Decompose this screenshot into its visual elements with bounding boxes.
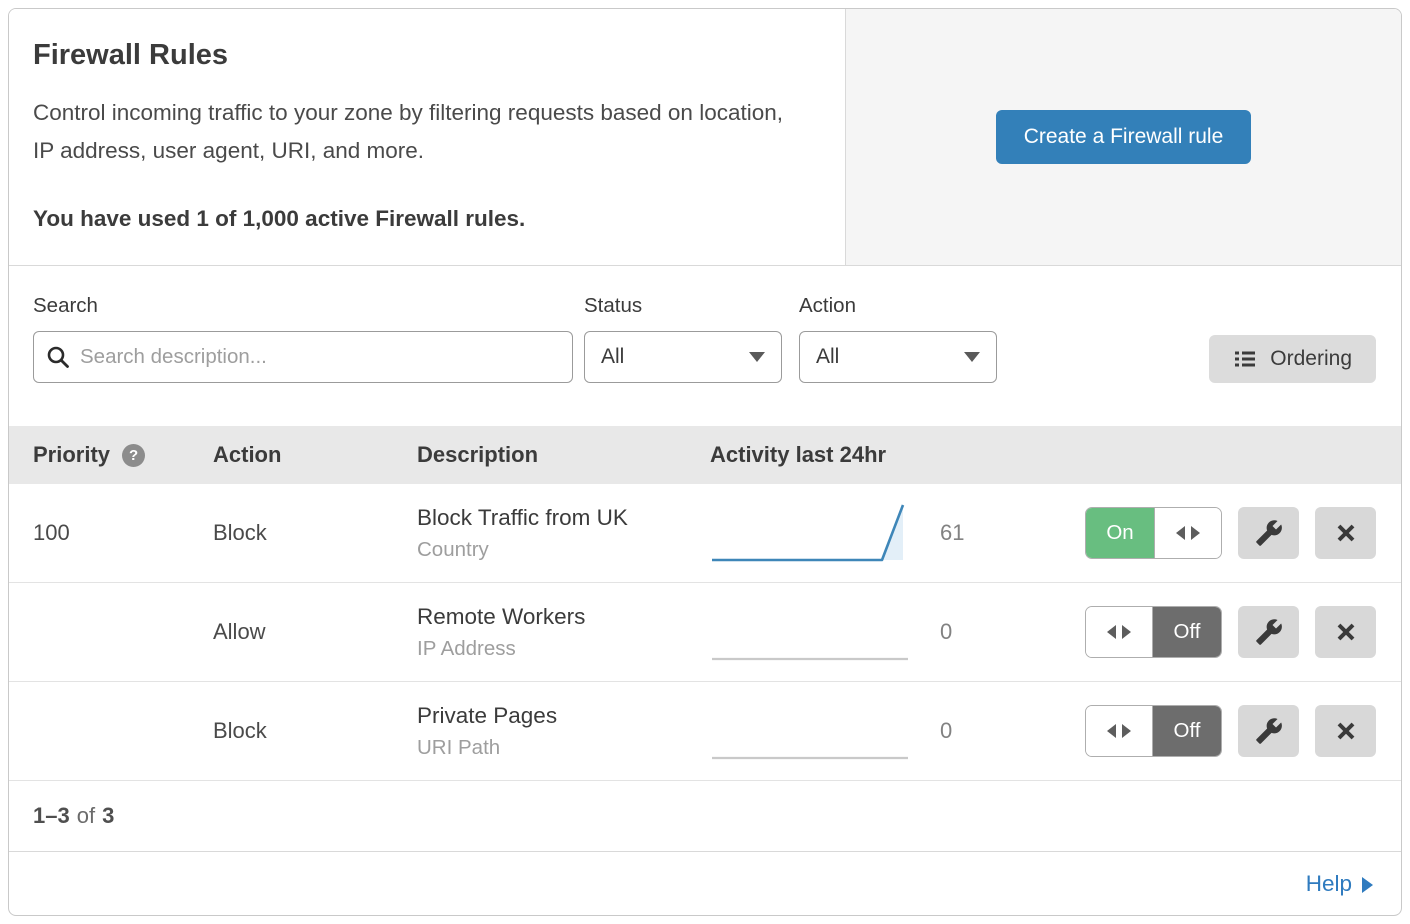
activity-count: 0 [940, 619, 1085, 645]
rule-description-cell: Block Traffic from UK Country [417, 505, 710, 562]
toggle-knob [1086, 607, 1153, 657]
toggle-arrows-icon [1191, 526, 1200, 540]
rule-action: Block [213, 718, 417, 744]
toggle-arrows-icon [1107, 625, 1116, 639]
delete-rule-button[interactable] [1315, 507, 1376, 559]
activity-sparkline [710, 596, 910, 668]
help-bar: Help [9, 852, 1401, 915]
create-firewall-rule-button[interactable]: Create a Firewall rule [996, 110, 1252, 164]
status-select[interactable]: All [584, 331, 782, 383]
column-priority-label: Priority [33, 442, 110, 468]
list-ordering-icon [1233, 347, 1257, 371]
table-header: Priority ? Action Description Activity l… [9, 426, 1401, 484]
search-field-wrap [33, 331, 573, 383]
table-row: 100 Block Block Traffic from UK Country … [9, 484, 1401, 583]
edit-rule-button[interactable] [1238, 606, 1299, 658]
page-description: Control incoming traffic to your zone by… [33, 94, 803, 170]
header-text-panel: Firewall Rules Control incoming traffic … [9, 9, 846, 265]
wrench-icon [1255, 717, 1283, 745]
rule-controls: Off [1085, 606, 1376, 658]
rule-enabled-toggle[interactable]: Off [1085, 705, 1222, 757]
activity-sparkline [710, 497, 910, 569]
rule-enabled-toggle[interactable]: On [1085, 507, 1222, 559]
usage-note: You have used 1 of 1,000 active Firewall… [33, 206, 805, 232]
action-select[interactable]: All [799, 331, 997, 383]
search-input[interactable] [33, 331, 573, 383]
filter-bar: Search Status All Action All [9, 266, 1401, 426]
rule-description: Private Pages [417, 703, 710, 729]
column-priority: Priority ? [33, 442, 213, 468]
rule-description: Remote Workers [417, 604, 710, 630]
toggle-arrows-icon [1107, 724, 1116, 738]
toggle-knob [1154, 508, 1221, 558]
rule-match-type: IP Address [417, 637, 710, 661]
help-link-label: Help [1306, 871, 1352, 897]
firewall-rules-card: Firewall Rules Control incoming traffic … [8, 8, 1402, 916]
wrench-icon [1255, 618, 1283, 646]
ordering-button-label: Ordering [1270, 347, 1352, 371]
table-row: Allow Remote Workers IP Address 0 Off [9, 583, 1401, 682]
edit-rule-button[interactable] [1238, 705, 1299, 757]
rule-enabled-toggle[interactable]: Off [1085, 606, 1222, 658]
priority-help-icon[interactable]: ? [122, 444, 145, 467]
close-icon [1334, 719, 1358, 743]
close-icon [1334, 521, 1358, 545]
ordering-button[interactable]: Ordering [1209, 335, 1376, 383]
activity-sparkline [710, 695, 910, 767]
rule-action: Block [213, 520, 417, 546]
pagination-total: 3 [102, 803, 114, 829]
column-activity: Activity last 24hr [710, 442, 1085, 468]
help-link[interactable]: Help [1306, 871, 1373, 897]
toggle-arrows-icon [1122, 724, 1131, 738]
action-label: Action [799, 294, 997, 318]
header-action-panel: Create a Firewall rule [846, 9, 1401, 265]
wrench-icon [1255, 519, 1283, 547]
toggle-off-label: Off [1153, 706, 1221, 756]
action-selected-value: All [816, 345, 839, 369]
status-label: Status [584, 294, 782, 318]
action-filter-group: Action All [799, 294, 997, 383]
activity-count: 0 [940, 718, 1085, 744]
close-icon [1334, 620, 1358, 644]
search-icon [46, 345, 70, 369]
rule-priority: 100 [33, 520, 213, 546]
delete-rule-button[interactable] [1315, 606, 1376, 658]
status-filter-group: Status All [584, 294, 782, 383]
status-selected-value: All [601, 345, 624, 369]
page-title: Firewall Rules [33, 39, 805, 72]
rule-description-cell: Remote Workers IP Address [417, 604, 710, 661]
column-description: Description [417, 442, 710, 468]
toggle-arrows-icon [1176, 526, 1185, 540]
toggle-arrows-icon [1122, 625, 1131, 639]
rule-match-type: Country [417, 538, 710, 562]
edit-rule-button[interactable] [1238, 507, 1299, 559]
rule-description-cell: Private Pages URI Path [417, 703, 710, 760]
rule-controls: On [1085, 507, 1376, 559]
delete-rule-button[interactable] [1315, 705, 1376, 757]
chevron-down-icon [964, 352, 980, 362]
search-group: Search [33, 294, 573, 383]
search-label: Search [33, 294, 573, 318]
pagination-range: 1–3 [33, 803, 70, 829]
toggle-off-label: Off [1153, 607, 1221, 657]
toggle-on-label: On [1086, 508, 1154, 558]
column-action: Action [213, 442, 417, 468]
activity-count: 61 [940, 520, 1085, 546]
pagination-bar: 1–3 of 3 [9, 781, 1401, 852]
rule-controls: Off [1085, 705, 1376, 757]
chevron-down-icon [749, 352, 765, 362]
table-row: Block Private Pages URI Path 0 Off [9, 682, 1401, 781]
page-header: Firewall Rules Control incoming traffic … [9, 9, 1401, 266]
rule-action: Allow [213, 619, 417, 645]
rule-description: Block Traffic from UK [417, 505, 710, 531]
rule-match-type: URI Path [417, 736, 710, 760]
pagination-of: of [77, 803, 95, 829]
toggle-knob [1086, 706, 1153, 756]
arrow-right-icon [1362, 877, 1373, 893]
